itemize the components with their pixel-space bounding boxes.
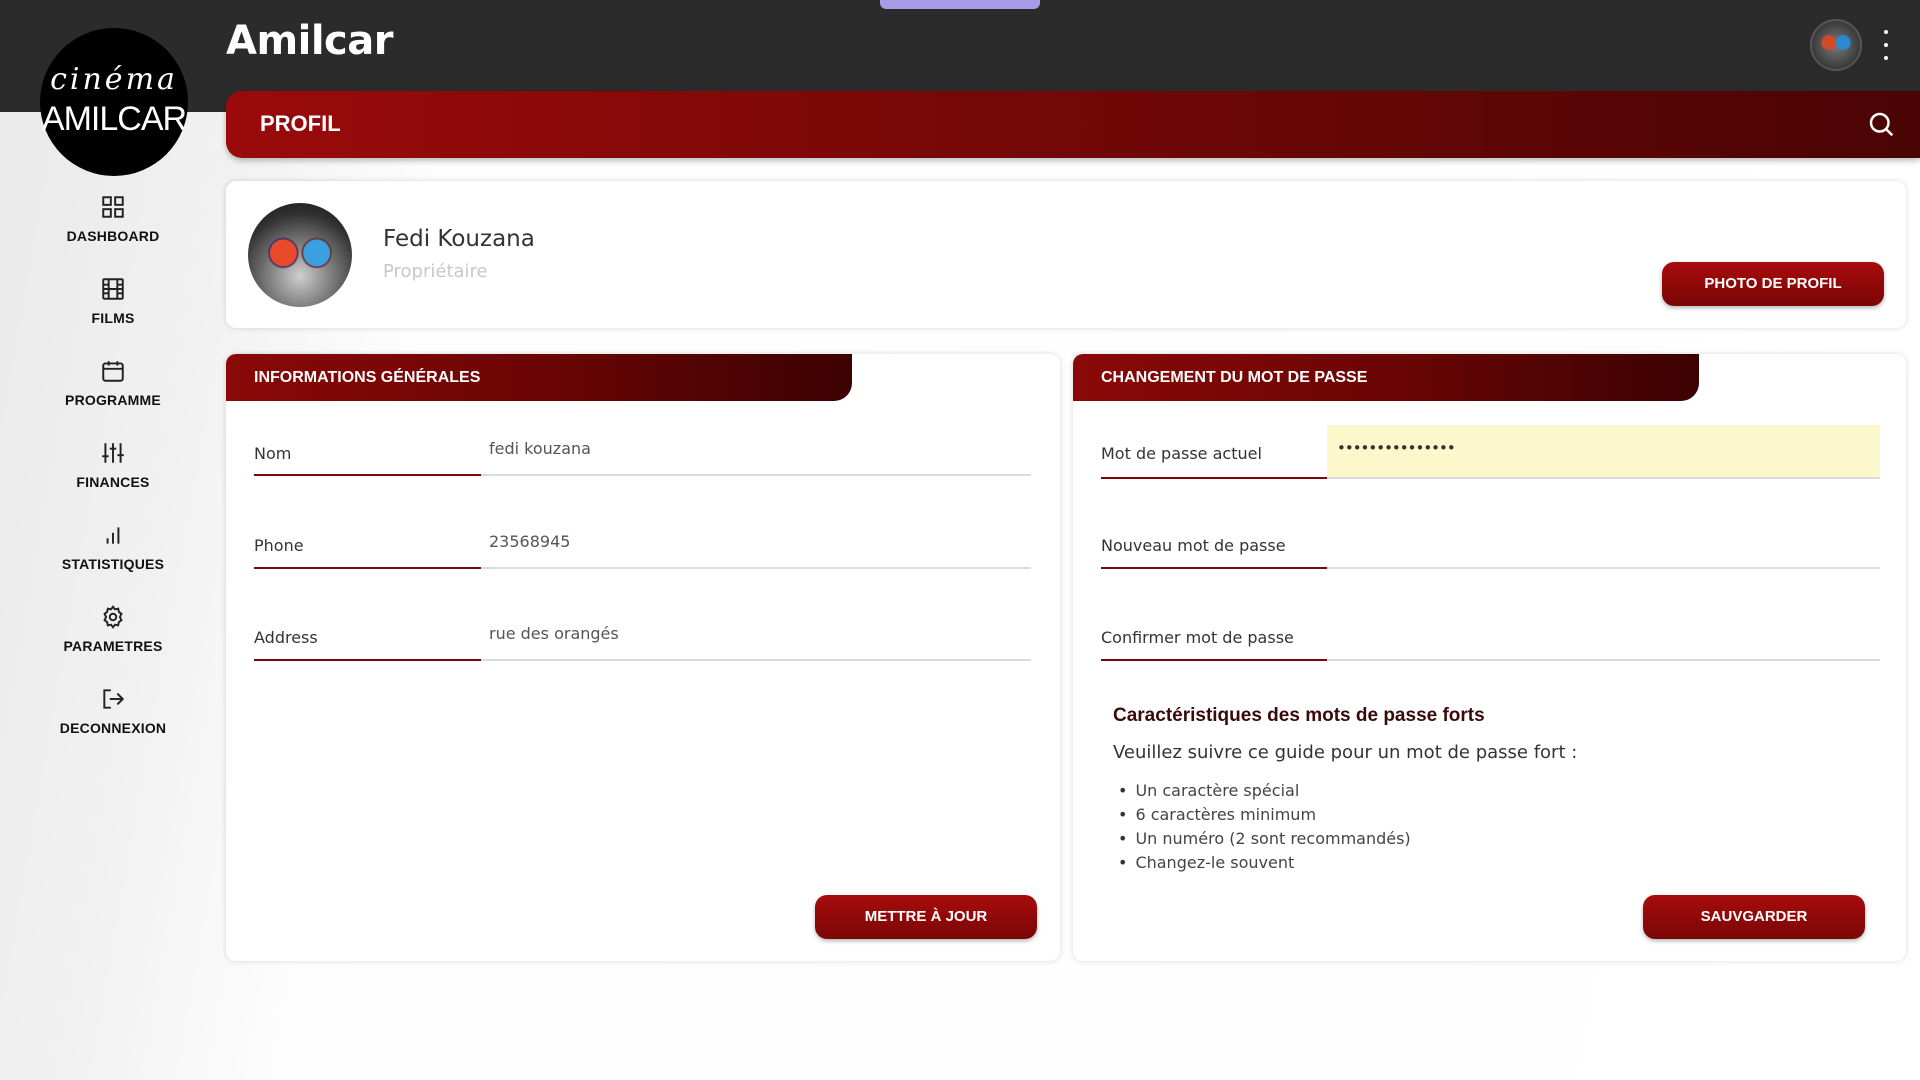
calendar-icon — [102, 361, 124, 382]
page-title: PROFIL — [260, 111, 341, 136]
field-underline — [1327, 659, 1880, 661]
sliders-icon — [102, 443, 124, 463]
sidebar-item-statistiques[interactable]: STATISTIQUES — [28, 518, 198, 600]
field-label-nom: Nom — [254, 444, 292, 463]
logo-line1: cinéma — [50, 62, 178, 97]
sidebar-item-label: FINANCES — [76, 474, 150, 490]
film-icon — [102, 278, 124, 300]
gear-icon — [103, 605, 123, 629]
cinema-logo[interactable]: cinéma AMILCAR — [40, 28, 188, 176]
sidebar-item-finances[interactable]: FINANCES — [28, 436, 198, 518]
update-button[interactable]: METTRE À JOUR — [815, 895, 1037, 939]
phone-input[interactable]: 23568945 — [489, 532, 570, 551]
bar-chart-icon — [106, 527, 120, 544]
page-header: PROFIL — [226, 91, 1920, 158]
field-underline — [481, 474, 1031, 476]
field-label-new-password: Nouveau mot de passe — [1101, 536, 1286, 555]
address-input[interactable]: rue des orangés — [489, 624, 619, 643]
profile-photo-button[interactable]: PHOTO DE PROFIL — [1662, 262, 1884, 306]
field-underline — [481, 659, 1031, 661]
sidebar-item-label: DASHBOARD — [66, 228, 160, 244]
sidebar-item-label: STATISTIQUES — [61, 556, 165, 572]
app-title: Amilcar — [226, 18, 394, 64]
list-item: Un caractère spécial — [1118, 779, 1411, 803]
logo-line2: AMILCAR — [41, 100, 187, 138]
field-underline — [1101, 659, 1327, 661]
sidebar-item-label: DECONNEXION — [59, 720, 167, 736]
field-label-current-password: Mot de passe actuel — [1101, 444, 1262, 463]
sidebar-nav: DASHBOARD FILMS PROGRAMME FINANCES STATI… — [28, 190, 198, 764]
general-info-header: INFORMATIONS GÉNÉRALES — [226, 354, 852, 401]
new-password-input[interactable] — [1327, 522, 1880, 566]
sidebar-item-deconnexion[interactable]: DECONNEXION — [28, 682, 198, 764]
current-password-input[interactable]: ••••••••••••••• — [1327, 425, 1880, 477]
list-item: Changez-le souvent — [1118, 851, 1411, 875]
profile-card: Fedi Kouzana Propriétaire PHOTO DE PROFI… — [226, 181, 1906, 328]
password-guide-title: Caractéristiques des mots de passe forts — [1113, 705, 1485, 726]
save-button[interactable]: SAUVGARDER — [1643, 895, 1865, 939]
field-underline — [254, 567, 481, 569]
confirm-password-input[interactable] — [1327, 614, 1880, 658]
kebab-menu-icon[interactable] — [1880, 30, 1892, 60]
profile-role: Propriétaire — [383, 261, 488, 282]
search-icon[interactable] — [1866, 109, 1896, 139]
logout-icon — [103, 689, 125, 709]
password-card: CHANGEMENT DU MOT DE PASSE Mot de passe … — [1073, 354, 1906, 961]
nom-input[interactable]: fedi kouzana — [489, 439, 591, 458]
sidebar-item-dashboard[interactable]: DASHBOARD — [28, 190, 198, 272]
list-item: Un numéro (2 sont recommandés) — [1118, 827, 1410, 851]
sidebar-item-label: FILMS — [91, 310, 135, 326]
password-guide-list: Un caractère spécial 6 caractères minimu… — [1118, 779, 1411, 875]
sidebar-item-parametres[interactable]: PARAMETRES — [28, 600, 198, 682]
sidebar-item-films[interactable]: FILMS — [28, 272, 198, 354]
sidebar-item-label: PROGRAMME — [65, 392, 161, 408]
sidebar-item-label: PARAMETRES — [63, 638, 163, 654]
password-guide-intro: Veuillez suivre ce guide pour un mot de … — [1113, 742, 1578, 763]
current-password-value: ••••••••••••••• — [1337, 439, 1456, 457]
user-avatar[interactable] — [1810, 19, 1862, 71]
field-underline — [1327, 567, 1880, 569]
section-title: CHANGEMENT DU MOT DE PASSE — [1101, 369, 1368, 386]
field-underline — [1327, 477, 1880, 479]
field-label-address: Address — [254, 628, 318, 647]
field-underline — [254, 474, 481, 476]
profile-avatar — [248, 203, 352, 307]
field-underline — [1101, 567, 1327, 569]
profile-name: Fedi Kouzana — [383, 226, 535, 252]
field-underline — [1101, 477, 1327, 479]
section-title: INFORMATIONS GÉNÉRALES — [254, 369, 481, 386]
sidebar-item-programme[interactable]: PROGRAMME — [28, 354, 198, 436]
list-item: 6 caractères minimum — [1118, 803, 1411, 827]
field-underline — [254, 659, 481, 661]
password-header: CHANGEMENT DU MOT DE PASSE — [1073, 354, 1699, 401]
field-underline — [481, 567, 1031, 569]
general-info-card: INFORMATIONS GÉNÉRALES Nom fedi kouzana … — [226, 354, 1060, 961]
dashboard-grid-icon — [102, 196, 124, 218]
field-label-phone: Phone — [254, 536, 304, 555]
field-label-confirm-password: Confirmer mot de passe — [1101, 628, 1294, 647]
top-drag-handle[interactable] — [880, 0, 1040, 9]
